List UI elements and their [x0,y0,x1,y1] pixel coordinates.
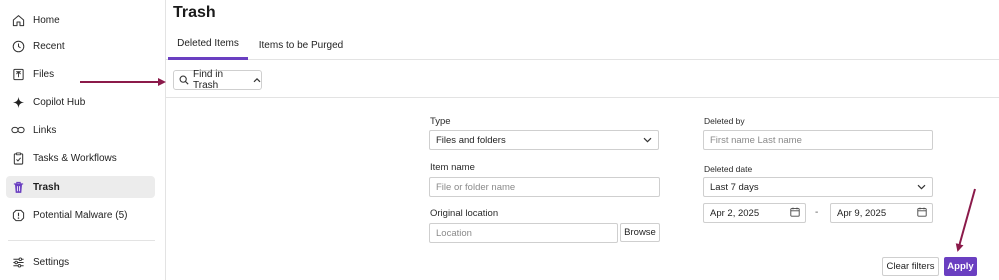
apply-button[interactable]: Apply [944,257,977,276]
calendar-icon[interactable] [790,207,800,220]
date-to-value: Apr 9, 2025 [837,207,887,219]
chevron-down-icon [643,135,652,146]
item-name-field[interactable] [429,177,660,197]
sidebar-item-label: Trash [33,181,60,193]
sidebar-item-label: Home [33,14,60,26]
sidebar-item-copilot-hub[interactable]: Copilot Hub [6,91,155,113]
item-name-label: Item name [430,162,475,173]
sidebar-item-label: Settings [33,256,70,268]
original-location-label: Original location [430,208,499,219]
tasks-icon [10,150,26,166]
sidebar-item-label: Links [33,124,57,136]
sidebar-item-label: Recent [33,40,65,52]
sidebar-item-tasks-workflows[interactable]: Tasks & Workflows [6,147,155,169]
chevron-up-icon [253,77,261,83]
deleted-date-select-value: Last 7 days [710,181,759,193]
files-icon [10,66,26,82]
warning-icon [10,207,26,223]
filter-panel-divider [166,97,999,98]
calendar-icon[interactable] [917,207,927,220]
type-select[interactable]: Files and folders [429,130,659,150]
sparkle-icon [10,94,26,110]
sidebar-item-settings[interactable]: Settings [6,251,155,273]
deleted-date-select[interactable]: Last 7 days [703,177,933,197]
date-from-value: Apr 2, 2025 [710,207,760,219]
trash-icon [10,179,26,195]
sidebar-divider [8,240,155,241]
sidebar-item-label: Copilot Hub [33,96,86,108]
clock-icon [10,38,26,54]
link-icon [10,122,26,138]
clear-filters-button[interactable]: Clear filters [882,257,939,276]
find-in-trash-label: Find in Trash [193,69,224,91]
location-input[interactable] [436,227,617,239]
sidebar: Home Recent Files Copilot Hub Links Task… [0,0,166,280]
sidebar-item-potential-malware[interactable]: Potential Malware (5) [6,204,155,226]
sidebar-item-label: Tasks & Workflows [33,152,117,164]
settings-icon [10,254,26,270]
tab-deleted-items[interactable]: Deleted Items [168,30,248,60]
sidebar-item-files[interactable]: Files [6,63,155,85]
sidebar-item-recent[interactable]: Recent [6,35,155,57]
sidebar-item-home[interactable]: Home [6,9,155,31]
deleted-date-label: Deleted date [704,164,753,174]
arrow-to-apply-button [955,188,976,252]
type-select-value: Files and folders [436,134,506,146]
deleted-by-field[interactable] [703,130,933,150]
type-label: Type [430,116,451,127]
item-name-input[interactable] [436,181,659,193]
date-range-separator: - [815,207,819,218]
location-field[interactable] [429,223,618,243]
deleted-by-input[interactable] [710,134,932,146]
search-icon [179,75,189,85]
find-in-trash-button[interactable]: Find in Trash [173,69,262,91]
browse-button[interactable]: Browse [620,223,660,242]
tab-items-to-be-purged[interactable]: Items to be Purged [254,30,348,60]
date-to-field[interactable]: Apr 9, 2025 [830,203,933,223]
home-icon [10,12,26,28]
sidebar-item-label: Files [33,68,55,80]
chevron-down-icon [917,182,926,193]
date-from-field[interactable]: Apr 2, 2025 [703,203,806,223]
tab-bar: Deleted Items Items to be Purged [166,30,999,60]
deleted-by-label: Deleted by [704,116,745,126]
sidebar-item-label: Potential Malware (5) [33,209,128,221]
sidebar-item-links[interactable]: Links [6,119,155,141]
page-title: Trash [173,4,216,21]
sidebar-item-trash[interactable]: Trash [6,176,155,198]
